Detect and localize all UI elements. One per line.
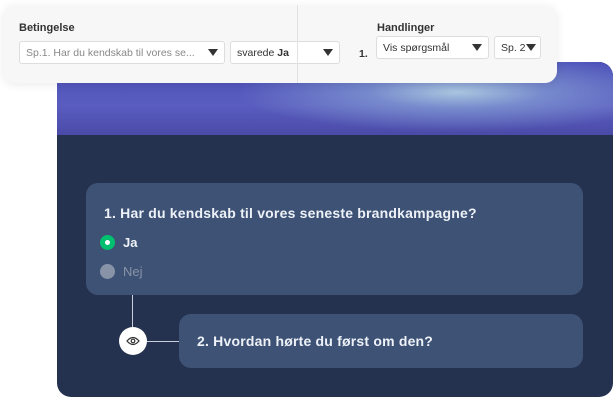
target-select[interactable]: Sp. 2 xyxy=(494,36,541,59)
question-title: 1. Har du kendskab til vores seneste bra… xyxy=(104,205,477,221)
question-select-value: Sp.1. Har du kendskab til vores se... xyxy=(26,46,195,59)
option-label: Nej xyxy=(123,264,143,279)
option-nej[interactable]: Nej xyxy=(100,264,143,279)
divider xyxy=(297,5,298,83)
action-index: 1. xyxy=(359,48,368,60)
answer-value: Ja xyxy=(277,46,289,59)
caret-down-icon xyxy=(526,44,536,51)
answer-select[interactable]: svarede Ja xyxy=(230,41,340,64)
eye-icon[interactable] xyxy=(119,327,147,355)
target-select-value: Sp. 2 xyxy=(501,41,526,54)
question-title: 2. Hvordan hørte du først om den? xyxy=(197,333,434,349)
survey-preview-panel: 1. Har du kendskab til vores seneste bra… xyxy=(57,62,613,397)
connector-line xyxy=(147,341,179,342)
question-select[interactable]: Sp.1. Har du kendskab til vores se... xyxy=(19,41,225,64)
radio-unselected-icon[interactable] xyxy=(100,264,115,279)
caret-down-icon xyxy=(208,49,218,56)
actions-label: Handlinger xyxy=(377,22,435,34)
caret-down-icon xyxy=(323,49,333,56)
caret-down-icon xyxy=(472,44,482,51)
answer-prefix: svarede xyxy=(237,46,275,59)
action-select[interactable]: Vis spørgsmål xyxy=(376,36,489,59)
connector-line xyxy=(132,295,133,327)
condition-label: Betingelse xyxy=(19,22,75,34)
action-select-value: Vis spørgsmål xyxy=(383,41,450,54)
option-label: Ja xyxy=(123,235,138,250)
radio-selected-icon[interactable] xyxy=(100,235,115,250)
question-card-1: 1. Har du kendskab til vores seneste bra… xyxy=(86,183,583,295)
question-card-2: 2. Hvordan hørte du først om den? xyxy=(179,314,583,368)
option-ja[interactable]: Ja xyxy=(100,235,137,250)
